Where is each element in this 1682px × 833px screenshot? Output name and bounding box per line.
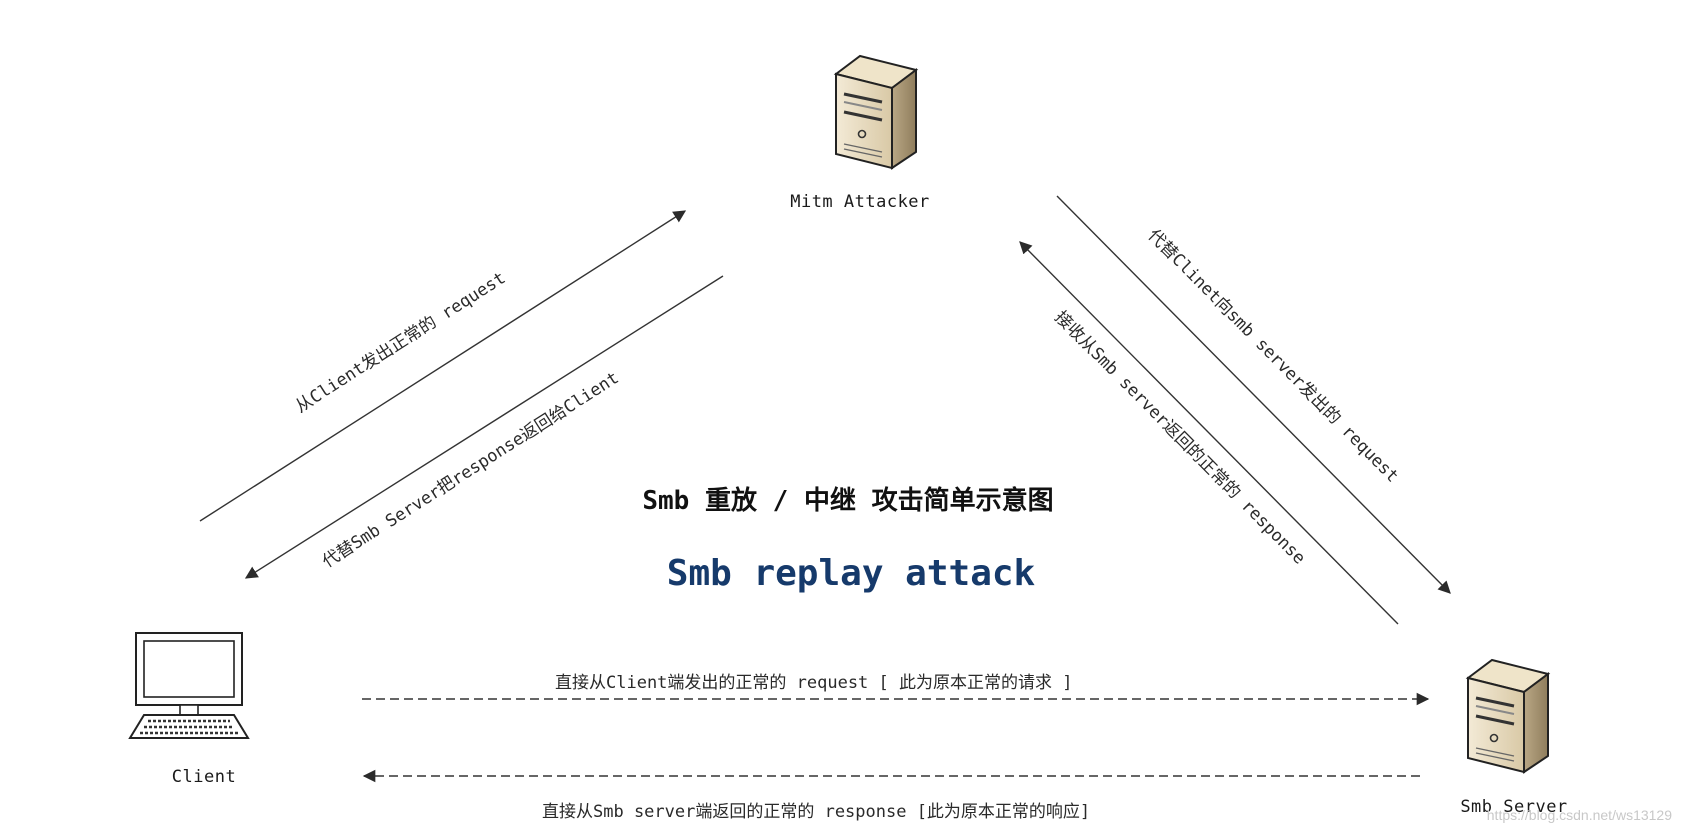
attacker-server-icon: [833, 54, 919, 170]
attacker-label: Mitm Attacker: [790, 192, 930, 212]
edge-attacker-to-server: [1056, 195, 1451, 594]
edge-client-to-attacker: [199, 210, 687, 522]
client-label: Client: [172, 767, 236, 787]
client-computer-icon: [128, 632, 250, 739]
diagram-title-en: Smb replay attack: [667, 553, 1036, 594]
watermark-text: https://blog.csdn.net/ws13129: [1487, 807, 1672, 823]
label-client-to-attacker: 从Client发出正常的 request: [292, 268, 509, 417]
edge-attacker-to-client: [244, 275, 724, 579]
label-client-to-server-direct: 直接从Client端发出的正常的 request [ 此为原本正常的请求 ]: [555, 673, 1072, 693]
smb-server-icon: [1465, 658, 1551, 774]
smb-replay-attack-diagram: Mitm Attacker Smb Server Client 从Client发…: [128, 54, 1672, 823]
label-server-to-client-direct: 直接从Smb server端返回的正常的 response [此为原本正常的响应…: [542, 802, 1090, 822]
label-attacker-to-client: 代替Smb Server把response返回给Client: [319, 368, 623, 572]
diagram-title-cn: Smb 重放 / 中继 攻击简单示意图: [642, 485, 1053, 516]
